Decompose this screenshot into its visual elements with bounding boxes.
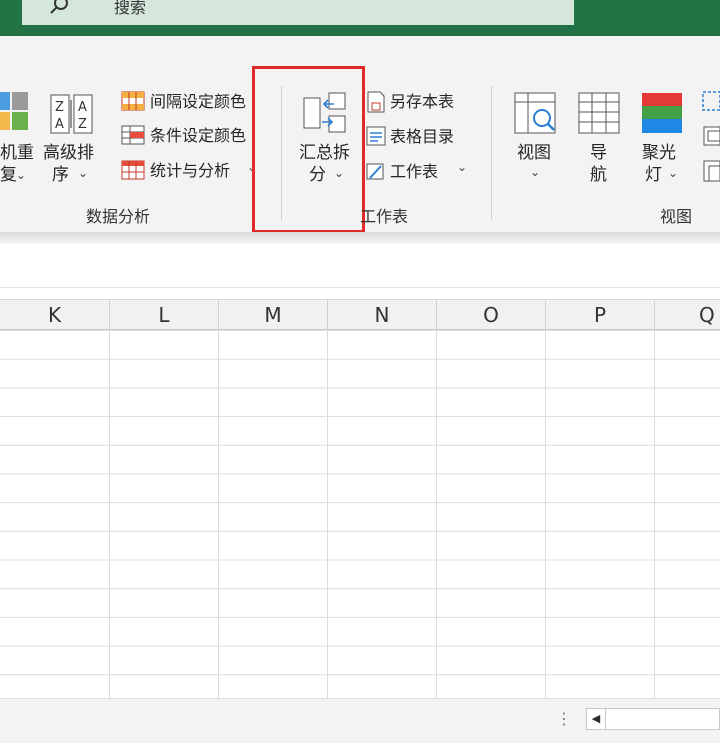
chevron-down-icon: ⌄ xyxy=(16,168,27,182)
group-label-data-analysis: 数据分析 xyxy=(86,207,151,226)
sort-dedupe-label-1: 机重 xyxy=(0,143,34,163)
title-bar: 搜索 xyxy=(0,0,720,36)
spotlight-icon xyxy=(641,92,685,140)
svg-text:Z: Z xyxy=(55,100,64,115)
column-header[interactable]: N xyxy=(328,300,437,331)
table-condition-icon xyxy=(121,125,145,149)
worksheet-wand-icon xyxy=(366,161,386,185)
save-sheet-icon xyxy=(366,91,386,117)
highlight-box xyxy=(252,66,365,233)
formula-bar-area[interactable] xyxy=(0,244,720,288)
column-header[interactable]: L xyxy=(110,300,219,331)
ribbon-shadow xyxy=(0,232,720,244)
spotlight-label-2: 灯 xyxy=(645,165,662,185)
advanced-sort-label-2: 序 xyxy=(52,165,69,185)
navigation-label-1: 导 xyxy=(590,143,607,163)
search-icon xyxy=(48,0,72,22)
column-header[interactable]: P xyxy=(546,300,655,331)
navigation-label-2: 航 xyxy=(590,165,607,185)
condition-color-label: 条件设定颜色 xyxy=(150,126,247,145)
svg-text:Z: Z xyxy=(78,117,87,132)
status-bar: ⋮ ◀ xyxy=(0,698,720,743)
grid-color-icon xyxy=(121,91,145,115)
window-icon[interactable] xyxy=(703,126,720,150)
group-label-view: 视图 xyxy=(660,207,693,226)
view-magnifier-icon xyxy=(514,92,558,140)
column-header-row: K L M N O P Q xyxy=(0,299,720,331)
column-gridline xyxy=(327,330,328,698)
column-header[interactable]: Q xyxy=(655,300,720,331)
svg-text:A: A xyxy=(55,117,64,132)
spotlight-label-1: 聚光 xyxy=(642,143,676,163)
svg-text:A: A xyxy=(78,100,87,115)
search-label: 搜索 xyxy=(114,0,147,17)
sort-za-az-icon: Z A A Z xyxy=(50,94,94,140)
sort-dedupe-label-2: 复 xyxy=(0,165,17,185)
column-gridline xyxy=(109,330,110,698)
worksheet-label: 工作表 xyxy=(390,162,439,181)
chevron-down-icon: ⌄ xyxy=(668,166,679,180)
scroll-left-button[interactable]: ◀ xyxy=(586,708,606,730)
save-as-sheet-label: 另存本表 xyxy=(390,92,455,111)
column-gridline xyxy=(654,330,655,698)
column-header[interactable]: K xyxy=(0,300,110,331)
search-box[interactable]: 搜索 xyxy=(22,0,574,25)
color-blocks-icon xyxy=(0,92,30,138)
chevron-down-icon: ⌄ xyxy=(530,165,541,179)
advanced-sort-label-1: 高级排 xyxy=(43,143,94,163)
cell-grid[interactable] xyxy=(0,330,720,698)
stats-analysis-label: 统计与分析 xyxy=(150,161,231,180)
navigation-grid-icon xyxy=(578,92,622,140)
column-header[interactable]: M xyxy=(219,300,328,331)
directory-icon xyxy=(366,126,386,150)
group-separator xyxy=(491,86,492,220)
chevron-down-icon: ⌄ xyxy=(457,160,468,174)
chevron-down-icon: ⌄ xyxy=(78,166,89,180)
more-options-icon[interactable]: ⋮ xyxy=(556,709,572,728)
view-label: 视图 xyxy=(517,143,551,163)
group-label-worksheet: 工作表 xyxy=(360,207,409,226)
compare-icon[interactable] xyxy=(703,160,720,186)
stats-table-icon xyxy=(121,160,145,184)
horizontal-scrollbar[interactable] xyxy=(606,708,720,730)
column-header[interactable]: O xyxy=(437,300,546,331)
interval-color-label: 间隔设定颜色 xyxy=(150,92,247,111)
freeze-icon[interactable] xyxy=(701,90,720,116)
column-gridline xyxy=(218,330,219,698)
column-gridline xyxy=(545,330,546,698)
table-directory-label: 表格目录 xyxy=(390,127,455,146)
column-gridline xyxy=(436,330,437,698)
